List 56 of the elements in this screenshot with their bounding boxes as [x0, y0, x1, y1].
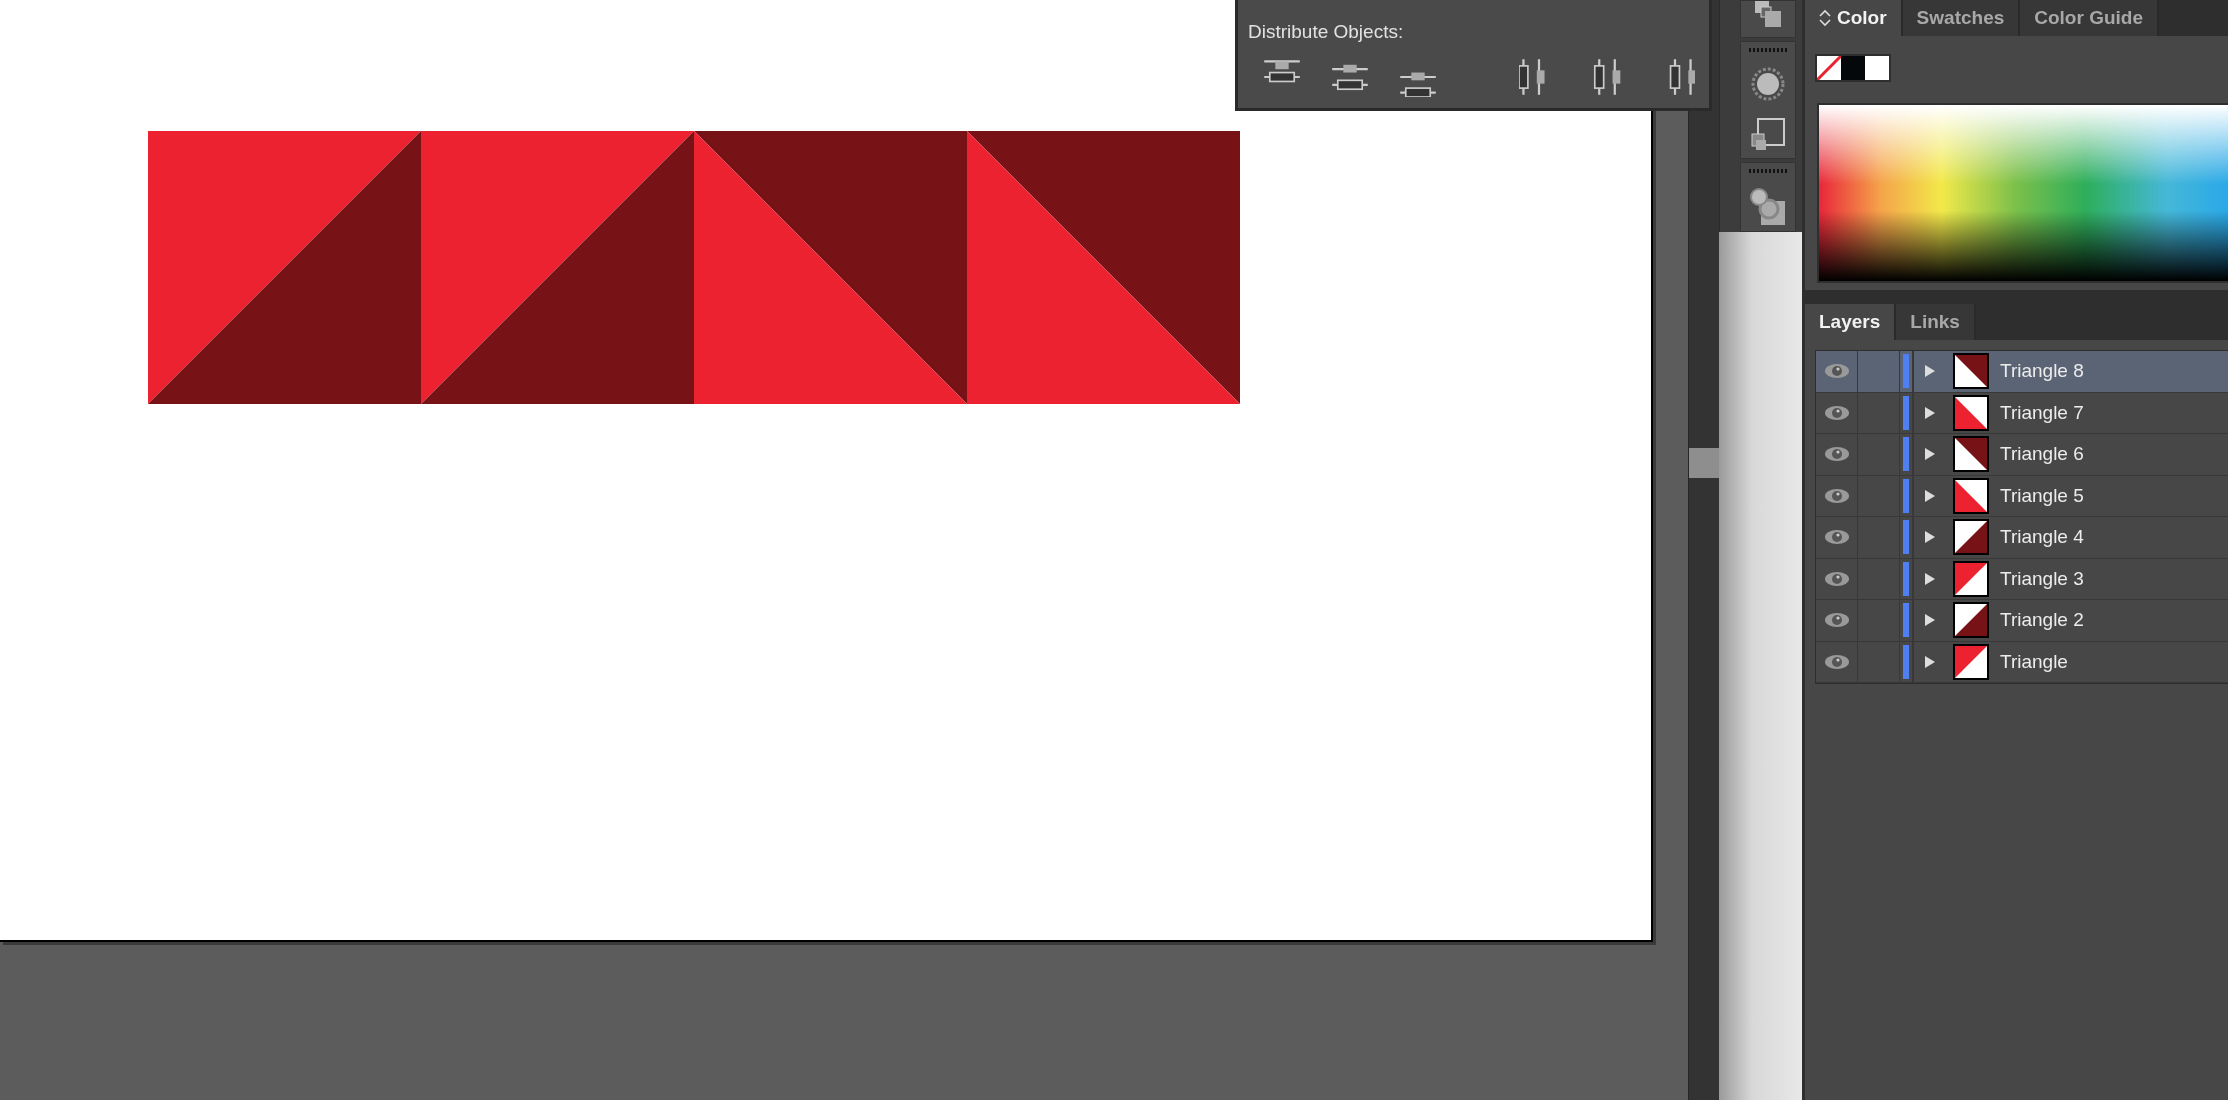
layer-name: Triangle 2 [2000, 609, 2084, 632]
panel-title: Distribute Objects: [1248, 21, 1405, 43]
collapsed-arrow-icon[interactable] [1924, 654, 1936, 669]
panel-tab[interactable]: Links [1896, 304, 1976, 340]
collapse-arrows-icon[interactable] [1819, 9, 1831, 27]
eye-icon[interactable] [1822, 529, 1851, 546]
collapsed-arrow-icon[interactable] [1924, 530, 1936, 545]
panel-tab[interactable]: Color [1805, 0, 1903, 36]
transform-squares-icon[interactable] [1750, 116, 1786, 152]
layer-color-bar [1903, 478, 1909, 513]
scroll-thumb[interactable] [1689, 448, 1719, 478]
eye-icon[interactable] [1822, 612, 1851, 629]
layer-row[interactable]: Triangle 2 [1816, 600, 2228, 642]
layer-name: Triangle 3 [2000, 567, 2084, 590]
fill-swatch[interactable] [1841, 56, 1865, 80]
collapsed-arrow-icon[interactable] [1924, 571, 1936, 586]
vertical-scrollbar[interactable] [1688, 0, 1719, 1100]
layer-row[interactable]: Triangle 8 [1816, 351, 2228, 393]
panel-tab[interactable]: Color Guide [2020, 0, 2159, 36]
none-swatch[interactable] [1817, 56, 1841, 80]
collapsed-arrow-icon[interactable] [1924, 488, 1936, 503]
layer-row[interactable]: Triangle 3 [1816, 558, 2228, 600]
eye-icon[interactable] [1822, 363, 1851, 380]
layer-row[interactable]: Triangle 7 [1816, 392, 2228, 434]
collapsed-arrow-icon[interactable] [1924, 405, 1936, 420]
eye-icon[interactable] [1822, 404, 1851, 421]
layer-row[interactable]: Triangle 4 [1816, 517, 2228, 559]
panel-tab[interactable]: Layers [1805, 304, 1897, 340]
circles-square-icon[interactable] [1749, 187, 1787, 225]
layer-name: Triangle [2000, 650, 2068, 673]
stroke-swatch[interactable] [1865, 56, 1889, 80]
collapsed-arrow-icon[interactable] [1924, 364, 1936, 379]
layer-color-bar [1903, 437, 1909, 472]
eye-icon[interactable] [1822, 446, 1851, 463]
layer-name: Triangle 8 [2000, 360, 2084, 383]
layer-color-bar [1903, 644, 1909, 679]
layer-color-bar [1903, 354, 1909, 389]
layer-name: Triangle 7 [2000, 401, 2084, 424]
eye-icon[interactable] [1822, 653, 1851, 670]
eye-icon[interactable] [1822, 487, 1851, 504]
layer-color-bar [1903, 603, 1909, 638]
color-spectrum[interactable] [1817, 103, 2228, 283]
layer-color-bar [1903, 561, 1909, 596]
collapsed-arrow-icon[interactable] [1924, 613, 1936, 628]
eye-icon[interactable] [1822, 570, 1851, 587]
layer-name: Triangle 5 [2000, 484, 2084, 507]
layer-row[interactable]: Triangle 6 [1816, 434, 2228, 476]
layer-name: Triangle 6 [2000, 443, 2084, 466]
panel-tab[interactable]: Swatches [1902, 0, 2021, 36]
layer-name: Triangle 4 [2000, 526, 2084, 549]
dotted-circle-icon[interactable] [1750, 66, 1786, 102]
collapsed-arrow-icon[interactable] [1924, 447, 1936, 462]
layer-row[interactable]: Triangle 5 [1816, 475, 2228, 517]
layer-color-bar [1903, 520, 1909, 555]
layer-color-bar [1903, 395, 1909, 430]
layer-row[interactable]: Triangle [1816, 641, 2228, 683]
